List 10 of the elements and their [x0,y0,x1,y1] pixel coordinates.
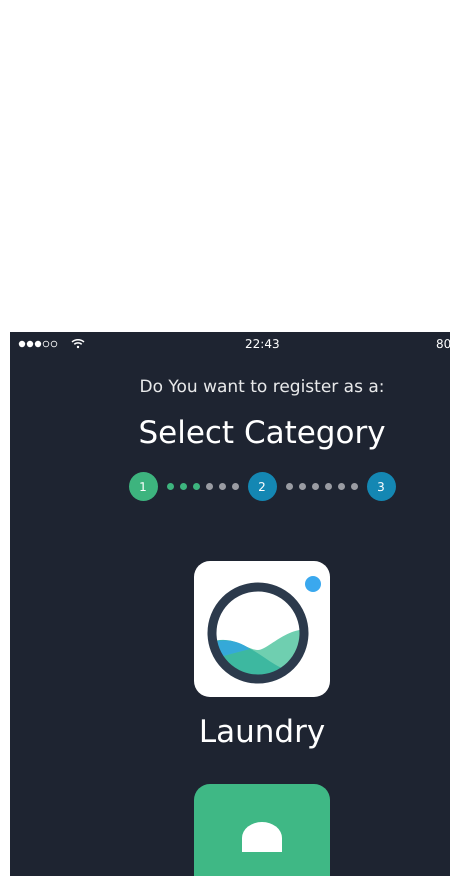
step-number: 2 [248,472,276,501]
step-number: 1 [128,472,158,501]
wifi-icon [71,338,85,349]
signal-icon [18,340,60,348]
status-time: 22:43 [245,336,280,352]
category-label: Laundry [198,713,326,752]
step-number: 3 [366,472,396,501]
page-title: Select Category [138,414,386,452]
subtitle: Do You want to register as a: [139,376,385,399]
laundry-category-button[interactable] [194,561,330,697]
